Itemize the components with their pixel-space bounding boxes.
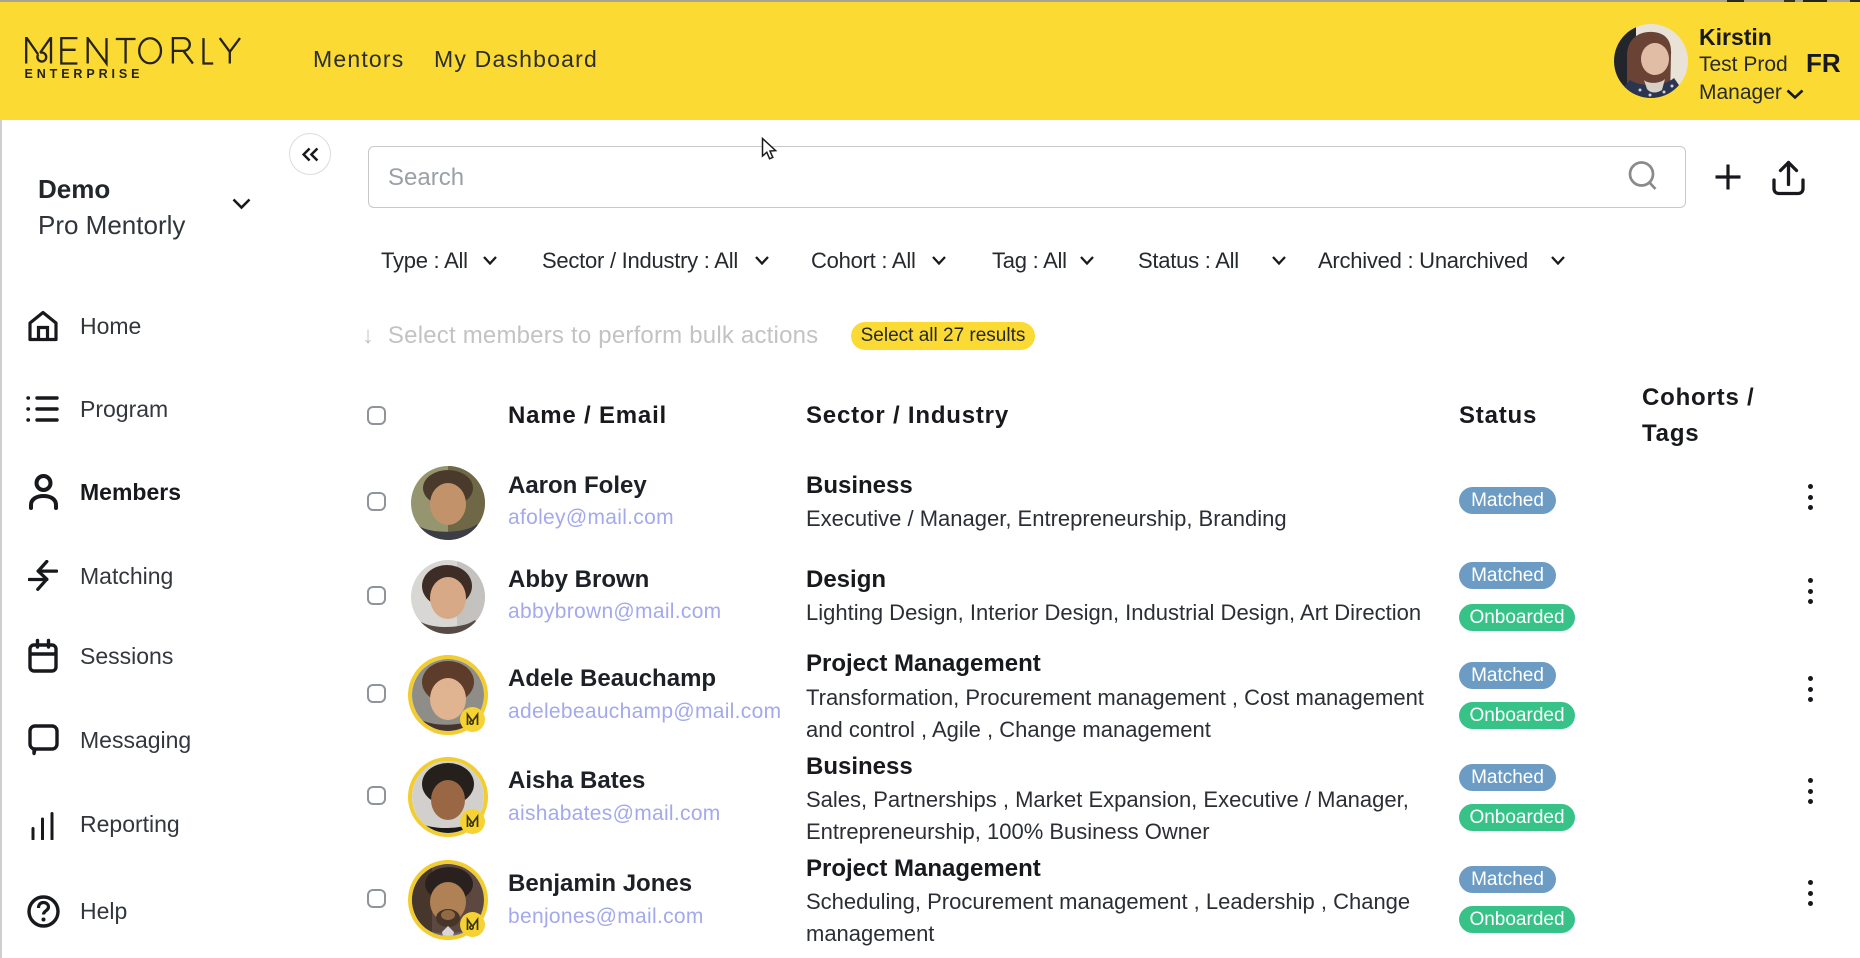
- svg-text:ENTERPRISE: ENTERPRISE: [25, 67, 143, 81]
